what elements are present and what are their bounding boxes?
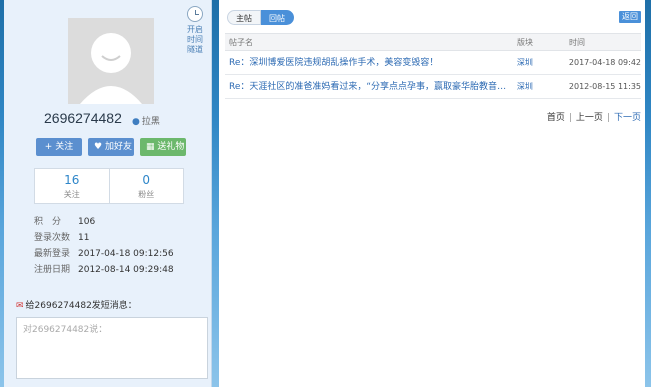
profile-info: 积 分 106 登录次数 11 最新登录 2017-04-18 09:12:56… <box>34 214 174 278</box>
next-page-link[interactable]: 下一页 <box>614 113 641 123</box>
info-row-points: 积 分 106 <box>34 214 174 230</box>
info-row-login-count: 登录次数 11 <box>34 230 174 246</box>
mail-icon: ✉ <box>16 301 24 311</box>
action-buttons: + 关注 ♥ 加好友 ▦ 送礼物 <box>36 138 186 156</box>
blacklist-button[interactable]: ● 拉黑 <box>132 114 160 127</box>
post-time: 2017-04-18 09:42 <box>568 58 641 67</box>
table-row: Re：天涯社区的准爸准妈看过来，“分享点点孕事，赢取豪华胎教音乐机” 深圳 20… <box>225 75 641 99</box>
info-key: 注册日期 <box>34 265 71 275</box>
column-header-time: 时间 <box>569 38 585 47</box>
time-toggle-line-1: 开启 <box>187 25 203 34</box>
column-header-board: 版块 <box>517 38 533 47</box>
info-key: 登录次数 <box>34 233 71 243</box>
post-time: 2012-08-15 11:35 <box>568 82 641 91</box>
followers-stat[interactable]: 0 粉丝 <box>108 169 184 203</box>
following-count: 16 <box>64 173 80 187</box>
add-friend-label: 加好友 <box>104 142 132 152</box>
post-title-link[interactable]: Re：天涯社区的准爸准妈看过来，“分享点点孕事，赢取豪华胎教音乐机” <box>225 75 515 98</box>
send-gift-button[interactable]: ▦ 送礼物 <box>140 138 186 156</box>
followers-label: 粉丝 <box>138 190 155 199</box>
blacklist-label: 拉黑 <box>141 117 160 127</box>
first-page-link[interactable]: 首页 <box>547 113 565 123</box>
follow-button[interactable]: + 关注 <box>36 138 82 156</box>
info-value: 11 <box>78 233 90 243</box>
back-button[interactable]: 返回 <box>619 11 641 23</box>
posts-table: 帖子名 版块 时间 Re：深圳博爱医院违规胡乱操作手术，美容变毁容！ 深圳 20… <box>225 33 641 99</box>
info-row-register-date: 注册日期 2012-08-14 09:29:48 <box>34 262 174 278</box>
tab-replies[interactable]: 回帖 <box>261 10 294 25</box>
send-gift-label: 送礼物 <box>157 142 185 152</box>
message-input[interactable]: 对2696274482说： <box>16 317 208 379</box>
time-tunnel-toggle[interactable]: 开启 时间 隧道 <box>185 6 205 55</box>
gift-icon: ▦ <box>146 142 155 152</box>
message-title: ✉ 给2696274482发短消息： <box>16 298 137 311</box>
pagination: 首页 | 上一页 | 下一页 <box>547 110 641 123</box>
table-header: 帖子名 版块 时间 <box>225 33 641 51</box>
heart-icon: ♥ <box>94 142 103 152</box>
avatar <box>68 18 154 104</box>
posts-panel: 主帖 回帖 返回 帖子名 版块 时间 Re：深圳博爱医院违规胡乱操作手术，美容变… <box>219 0 645 387</box>
post-title-link[interactable]: Re：深圳博爱医院违规胡乱操作手术，美容变毁容！ <box>225 51 515 74</box>
info-key: 积 分 <box>34 217 62 227</box>
pager-divider: | <box>606 113 610 123</box>
profile-sidebar: 开启 时间 隧道 2696274482 ● 拉黑 + 关注 ♥ 加好友 ▦ 送礼物… <box>4 0 212 387</box>
info-value: 2017-04-18 09:12:56 <box>78 249 174 259</box>
clock-icon <box>187 6 203 22</box>
follow-stats: 16 关注 0 粉丝 <box>34 168 184 204</box>
info-value: 2012-08-14 09:29:48 <box>78 265 174 275</box>
following-label: 关注 <box>63 190 80 199</box>
add-friend-button[interactable]: ♥ 加好友 <box>88 138 134 156</box>
table-row: Re：深圳博爱医院违规胡乱操作手术，美容变毁容！ 深圳 2017-04-18 0… <box>225 51 641 75</box>
pager-divider: | <box>568 113 572 123</box>
info-key: 最新登录 <box>34 249 71 259</box>
username: 2696274482 <box>44 110 122 126</box>
info-row-last-login: 最新登录 2017-04-18 09:12:56 <box>34 246 174 262</box>
following-stat[interactable]: 16 关注 <box>35 169 109 203</box>
default-avatar-icon <box>68 18 154 104</box>
prev-page-link[interactable]: 上一页 <box>576 113 603 123</box>
board-link[interactable]: 深圳 <box>515 51 567 74</box>
info-value: 106 <box>78 217 96 227</box>
column-header-title: 帖子名 <box>229 38 253 47</box>
message-title-text: 给2696274482发短消息： <box>25 301 137 311</box>
board-link[interactable]: 深圳 <box>515 75 567 98</box>
person-icon: ● <box>132 117 140 127</box>
followers-count: 0 <box>142 173 151 187</box>
tab-main-posts[interactable]: 主帖 <box>227 10 261 25</box>
time-toggle-line-3: 隧道 <box>187 45 203 54</box>
post-tabs: 主帖 回帖 <box>227 10 294 25</box>
time-toggle-line-2: 时间 <box>187 35 203 44</box>
